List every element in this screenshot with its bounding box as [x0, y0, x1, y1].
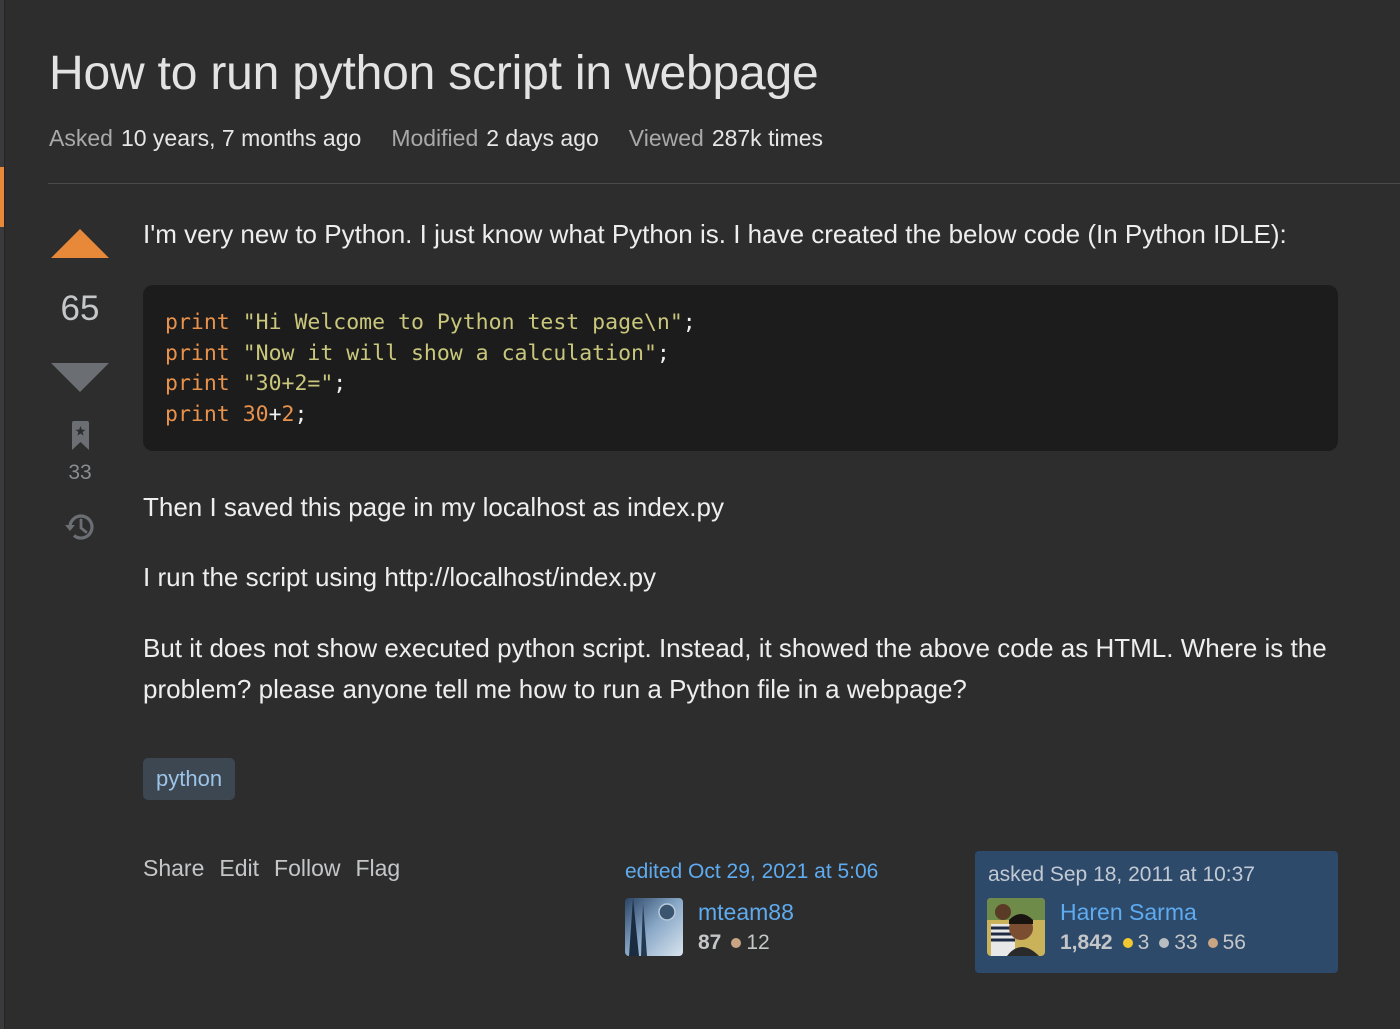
meta-modified-value[interactable]: 2 days ago [486, 125, 599, 151]
owner-avatar[interactable] [987, 898, 1045, 956]
body-paragraph-2: I run the script using http://localhost/… [143, 562, 657, 592]
follow-link[interactable]: Follow [274, 855, 340, 882]
header-separator [48, 183, 1400, 184]
share-link[interactable]: Share [143, 855, 204, 882]
body-paragraph-3: But it does not show executed python scr… [143, 633, 1327, 704]
edit-link[interactable]: Edit [219, 855, 259, 882]
owner-gold-badges: 3 [1122, 931, 1150, 955]
left-rail [0, 0, 5, 1029]
meta-asked-label: Asked [49, 125, 113, 151]
vote-count: 65 [60, 289, 100, 328]
code-line: print "Hi Welcome to Python test page\n"… [165, 308, 1316, 339]
bronze-badge-count: 56 [1222, 931, 1246, 954]
code-line: print "Now it will show a calculation"; [165, 339, 1316, 370]
post-actions: Share Edit Follow Flag [143, 855, 415, 882]
bronze-badge-icon [731, 938, 742, 948]
code-punct: ; [294, 401, 308, 427]
code-punct: ; [656, 340, 670, 366]
body-paragraph-intro: I'm very new to Python. I just know what… [143, 219, 1287, 249]
upvote-button[interactable] [51, 229, 109, 258]
code-expression: 30+2 [242, 401, 295, 427]
owner-silver-badges: 33 [1159, 931, 1198, 955]
gold-badge-count: 3 [1137, 931, 1150, 954]
history-icon[interactable] [63, 510, 97, 544]
bronze-badge-count: 12 [746, 931, 770, 954]
editor-reputation-score: 87 [698, 931, 722, 954]
edited-time-link[interactable]: edited Oct 29, 2021 at 5:06 [625, 860, 945, 884]
code-keyword: print [165, 401, 230, 427]
bookmark-count: 33 [68, 461, 92, 484]
left-rail-active-indicator [0, 167, 4, 227]
meta-asked-value[interactable]: 10 years, 7 months ago [121, 125, 361, 151]
code-keyword: print [165, 371, 230, 396]
code-string: "Now it will show a calculation" [242, 340, 657, 366]
meta-asked: Asked 10 years, 7 months ago [49, 125, 361, 152]
code-punct: ; [682, 310, 696, 335]
owner-reputation-score: 1,842 [1060, 931, 1113, 954]
owner-card: asked Sep 18, 2011 at 10:37 Haren Sarma … [975, 851, 1338, 973]
tag-python[interactable]: python [143, 758, 236, 800]
editor-card: edited Oct 29, 2021 at 5:06 mteam88 87 1… [625, 860, 945, 956]
editor-bronze-badges: 12 [731, 931, 770, 955]
code-line: print "30+2="; [165, 369, 1316, 400]
meta-viewed: Viewed 287k times [629, 125, 823, 152]
meta-modified: Modified 2 days ago [391, 125, 598, 152]
flag-link[interactable]: Flag [355, 855, 400, 882]
bookmark-icon[interactable] [71, 421, 90, 450]
downvote-button[interactable] [51, 363, 109, 392]
silver-badge-count: 33 [1174, 931, 1198, 954]
code-punct: ; [333, 371, 347, 396]
code-line: print 30+2; [165, 400, 1316, 431]
meta-viewed-label: Viewed [628, 125, 704, 151]
editor-name-link[interactable]: mteam88 [698, 899, 794, 926]
editor-avatar[interactable] [625, 898, 683, 956]
owner-bronze-badges: 56 [1207, 931, 1246, 955]
code-keyword: print [165, 310, 230, 335]
code-block: print "Hi Welcome to Python test page\n"… [143, 285, 1338, 451]
asked-time-link[interactable]: asked Sep 18, 2011 at 10:37 [988, 863, 1255, 887]
question-meta: Asked 10 years, 7 months ago Modified 2 da… [49, 125, 853, 152]
gold-badge-icon [1122, 938, 1133, 948]
code-string: "30+2=" [242, 371, 334, 396]
meta-viewed-value: 287k times [711, 125, 824, 151]
silver-badge-icon [1159, 938, 1170, 948]
meta-modified-label: Modified [391, 125, 479, 151]
question-title[interactable]: How to run python script in webpage [49, 46, 819, 101]
code-string: "Hi Welcome to Python test page\n" [242, 310, 683, 335]
editor-reputation: 87 12 [698, 931, 780, 955]
owner-name-link[interactable]: Haren Sarma [1060, 899, 1197, 926]
bronze-badge-icon [1207, 938, 1218, 948]
owner-reputation: 1,842 3 33 56 [1060, 931, 1256, 955]
body-paragraph-1: Then I saved this page in my localhost a… [143, 492, 724, 522]
code-keyword: print [165, 340, 230, 366]
